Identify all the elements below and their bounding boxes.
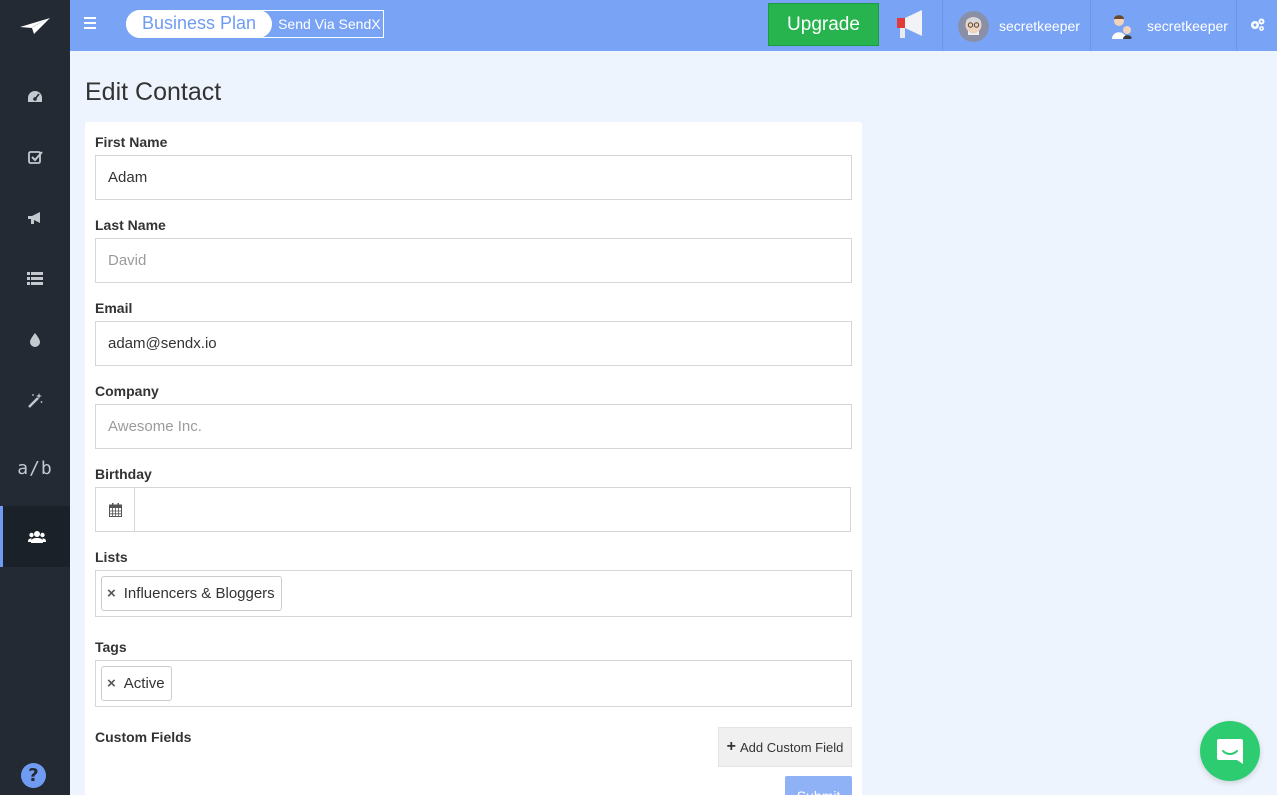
last-name-input[interactable] [95, 238, 852, 283]
users-icon [27, 530, 46, 543]
calendar-button[interactable] [96, 488, 135, 531]
tags-select[interactable]: × Active [95, 660, 852, 707]
sidebar-item-automation[interactable] [0, 370, 70, 431]
divider [1090, 0, 1091, 51]
last-name-label: Last Name [95, 217, 166, 233]
sidebar: a/b ? [0, 0, 70, 795]
upgrade-button[interactable]: Upgrade [768, 3, 879, 46]
first-name-label: First Name [95, 134, 168, 150]
username: secretkeeper [1147, 18, 1228, 34]
divider [942, 0, 943, 51]
avatar [1106, 10, 1137, 42]
menu-toggle-icon[interactable] [84, 17, 96, 29]
first-name-input[interactable] [95, 155, 852, 200]
list-chip: × Influencers & Bloggers [101, 576, 282, 611]
list-chip-label: Influencers & Bloggers [123, 585, 275, 602]
settings-gears-icon[interactable] [1250, 18, 1265, 31]
page-title: Edit Contact [85, 78, 222, 106]
sidebar-item-ab-testing[interactable]: a/b [0, 438, 70, 499]
help-icon[interactable]: ? [21, 763, 46, 788]
sidebar-item-dashboard[interactable] [0, 66, 70, 127]
topbar: Business Plan Send Via SendX Upgrade sec… [70, 0, 1277, 51]
user-menu-1[interactable]: secretkeeper [958, 10, 1080, 42]
business-plan-label[interactable]: Business Plan [126, 9, 273, 38]
sidebar-item-tasks[interactable] [0, 126, 70, 187]
sidebar-item-campaigns[interactable] [0, 187, 70, 248]
lists-select[interactable]: × Influencers & Bloggers [95, 570, 852, 617]
chat-launcher[interactable] [1200, 721, 1260, 781]
company-label: Company [95, 383, 159, 399]
avatar [958, 10, 989, 42]
email-input[interactable] [95, 321, 852, 366]
plus-icon: + [726, 738, 736, 755]
remove-chip-icon[interactable]: × [106, 585, 116, 602]
user-menu-2[interactable]: secretkeeper [1106, 10, 1228, 42]
announcement-megaphone-icon[interactable] [894, 8, 930, 42]
add-custom-field-label: Add Custom Field [740, 739, 844, 755]
chat-icon [1217, 739, 1243, 764]
custom-fields-label: Custom Fields [95, 729, 192, 745]
drop-icon [30, 332, 40, 347]
remove-chip-icon[interactable]: × [106, 675, 116, 692]
tag-chip-label: Active [123, 675, 165, 692]
username: secretkeeper [999, 18, 1080, 34]
magic-wand-icon [27, 393, 42, 408]
add-custom-field-button[interactable]: + Add Custom Field [718, 727, 852, 767]
tag-chip: × Active [101, 666, 172, 701]
send-via-sendx-label[interactable]: Send Via SendX [272, 16, 381, 32]
lists-label: Lists [95, 549, 128, 565]
birthday-input[interactable] [135, 488, 850, 531]
megaphone-icon [28, 211, 40, 224]
birthday-field [95, 487, 851, 532]
paper-plane-icon [20, 17, 50, 34]
sidebar-item-lists[interactable] [0, 248, 70, 309]
birthday-label: Birthday [95, 466, 152, 482]
checklist-icon [27, 150, 43, 164]
sidebar-item-drip[interactable] [0, 309, 70, 370]
company-input[interactable] [95, 404, 852, 449]
ab-test-icon: a/b [17, 458, 53, 479]
calendar-icon [108, 502, 122, 517]
tags-label: Tags [95, 639, 127, 655]
submit-button[interactable]: Submit [785, 776, 852, 795]
email-label: Email [95, 300, 133, 316]
dashboard-icon [28, 90, 42, 102]
app-logo[interactable] [0, 0, 70, 51]
sidebar-item-contacts[interactable] [0, 506, 70, 567]
divider [1236, 0, 1237, 51]
plan-switcher[interactable]: Business Plan Send Via SendX [126, 9, 384, 38]
list-icon [27, 272, 43, 285]
